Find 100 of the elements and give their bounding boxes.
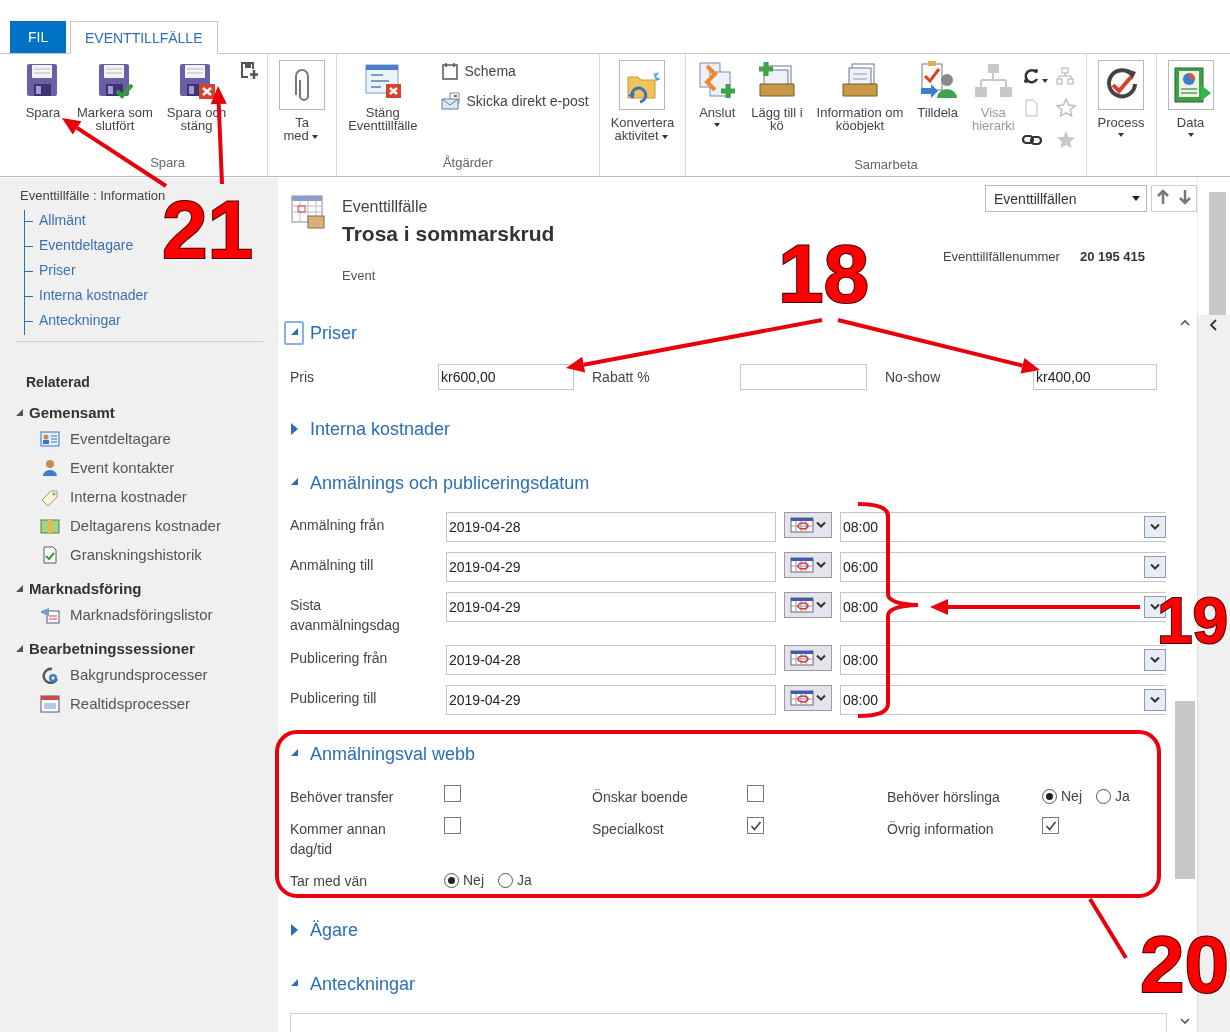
ribbon-button[interactable]: Anslut — [690, 60, 745, 128]
nav-group-title: Bearbetningssessioner — [29, 640, 195, 657]
chevron-down-icon — [1150, 563, 1160, 571]
star-outline-icon — [1055, 98, 1076, 118]
field-label: Pris — [290, 368, 316, 387]
ribbon-button[interactable]: Stäng Eventtillfälle — [341, 60, 425, 132]
check-icon — [1044, 819, 1057, 832]
person-icon — [40, 458, 60, 477]
expanded-icon[interactable] — [16, 409, 23, 416]
text-field[interactable]: kr400,00 — [1033, 364, 1157, 390]
text-field[interactable] — [740, 364, 867, 390]
ribbon-button[interactable]: Tilldela — [910, 60, 965, 119]
expanded-icon[interactable] — [16, 585, 23, 592]
section-toggle[interactable]: Interna kostnader — [282, 414, 451, 444]
ribbon-button[interactable]: Ta med — [272, 60, 333, 142]
nav-item[interactable]: Bakgrundsprocesser — [70, 666, 208, 683]
ribbon-button[interactable]: Schema — [440, 62, 589, 80]
dropdown-button[interactable] — [1144, 649, 1166, 671]
view-selector[interactable]: Eventtillfällen — [985, 185, 1147, 212]
paperclip-icon — [294, 69, 311, 101]
calendar-button[interactable] — [784, 685, 832, 711]
checkbox[interactable] — [747, 817, 764, 834]
nav-item[interactable]: Deltagarens kostnader — [70, 517, 221, 534]
dropdown-button[interactable] — [1144, 689, 1166, 711]
nav-item[interactable]: Realtidsprocesser — [70, 695, 191, 712]
checkbox[interactable] — [1042, 817, 1059, 834]
option-label: Nej — [463, 872, 484, 888]
option-label: Ja — [517, 872, 532, 888]
date-field[interactable]: 2019-04-29 — [446, 685, 776, 715]
section-toggle[interactable]: Anmälnings och publiceringsdatum — [282, 468, 590, 498]
time-field[interactable]: 06:00 — [840, 552, 1166, 582]
calendar-button[interactable] — [784, 512, 832, 538]
date-field[interactable]: 2019-04-28 — [446, 645, 776, 675]
field-label: Specialkost — [592, 820, 665, 839]
calendar-page-icon — [440, 62, 459, 80]
scroll-thumb[interactable] — [1175, 701, 1195, 879]
calendar-icon — [790, 690, 814, 706]
refresh-icon — [1021, 67, 1040, 85]
group-label: Spara — [149, 154, 186, 172]
expanded-icon[interactable] — [16, 645, 23, 652]
dropdown-button[interactable] — [1144, 556, 1166, 578]
calendar-icon — [790, 650, 814, 666]
field-label: No-show — [885, 368, 942, 387]
checkbox[interactable] — [444, 817, 461, 834]
text-field[interactable]: kr600,00 — [438, 364, 574, 390]
connection-plus-icon — [697, 60, 738, 100]
section-toggle[interactable]: Ägare — [282, 915, 359, 945]
scroll-down-icon — [1180, 1017, 1190, 1025]
ribbon-button[interactable]: Spara — [16, 60, 70, 119]
section-toggle[interactable]: Anteckningar — [282, 969, 416, 999]
ribbon-button[interactable]: Lägg till i kö — [744, 60, 810, 132]
gear-arrow-icon — [40, 665, 60, 684]
field-label: Önskar boende — [592, 788, 689, 807]
star-icon — [1055, 130, 1076, 150]
field-label: Rabatt % — [592, 368, 651, 387]
scroll-thumb[interactable] — [1208, 192, 1226, 315]
arrow-up-icon — [1156, 189, 1170, 205]
section-toggle[interactable]: Anmälningsval webb — [282, 739, 476, 769]
chevron-down-icon — [1150, 656, 1160, 664]
calendar-button[interactable] — [784, 645, 832, 671]
field-label: Tar med vän — [290, 872, 369, 891]
nav-link[interactable]: Anteckningar — [39, 312, 121, 328]
time-field[interactable]: 08:00 — [840, 685, 1166, 715]
nav-heading: Relaterad — [26, 374, 91, 390]
ribbon-button[interactable]: Information om köobjekt — [809, 60, 911, 132]
calendar-button[interactable] — [784, 552, 832, 578]
ribbon-tab[interactable]: FIL — [10, 21, 66, 53]
date-field[interactable]: 2019-04-29 — [446, 552, 776, 582]
calendar-button[interactable] — [784, 592, 832, 618]
ribbon-tab[interactable]: EVENTTILLFÄLLE — [70, 21, 218, 54]
ribbon-button[interactable]: Process — [1090, 60, 1152, 138]
field-label: Kommer annan dag/tid — [290, 820, 387, 859]
nav-link[interactable]: Eventdeltagare — [39, 237, 134, 253]
time-field[interactable]: 08:00 — [840, 645, 1166, 675]
annotation-number: 18 — [778, 228, 870, 319]
ribbon-button[interactable]: Skicka direkt e-post — [440, 92, 589, 110]
ribbon-button[interactable]: Konvertera aktivitet — [603, 60, 682, 142]
nav-item[interactable]: Eventdeltagare — [70, 430, 171, 447]
nav-link[interactable]: Priser — [39, 262, 76, 278]
checkbox[interactable] — [444, 785, 461, 802]
date-field[interactable]: 2019-04-29 — [446, 592, 776, 622]
nav-link[interactable]: Allmänt — [39, 212, 86, 228]
record-title: Trosa i sommarskrud — [342, 222, 555, 246]
dropdown-button[interactable] — [1144, 516, 1166, 538]
nav-item[interactable]: Interna kostnader — [70, 488, 187, 505]
ribbon-button[interactable]: Markera som slutfört — [70, 60, 160, 132]
ribbon-button[interactable]: Data — [1160, 60, 1221, 138]
nav-item[interactable]: Event kontakter — [70, 459, 175, 476]
nav-item[interactable]: Marknadsföringslistor — [70, 606, 213, 623]
leader-line — [1088, 897, 1128, 960]
nav-item[interactable]: Granskningshistorik — [70, 546, 202, 563]
tag-icon — [40, 487, 60, 506]
arrow-down-icon — [1178, 189, 1192, 205]
field-label: Övrig information — [887, 820, 995, 839]
checkbox[interactable] — [747, 785, 764, 802]
date-field[interactable]: 2019-04-28 — [446, 512, 776, 542]
time-field[interactable]: 08:00 — [840, 512, 1166, 542]
section-toggle[interactable]: Priser — [282, 318, 357, 348]
record-subtitle: Event — [342, 268, 377, 283]
nav-link[interactable]: Interna kostnader — [39, 287, 148, 303]
